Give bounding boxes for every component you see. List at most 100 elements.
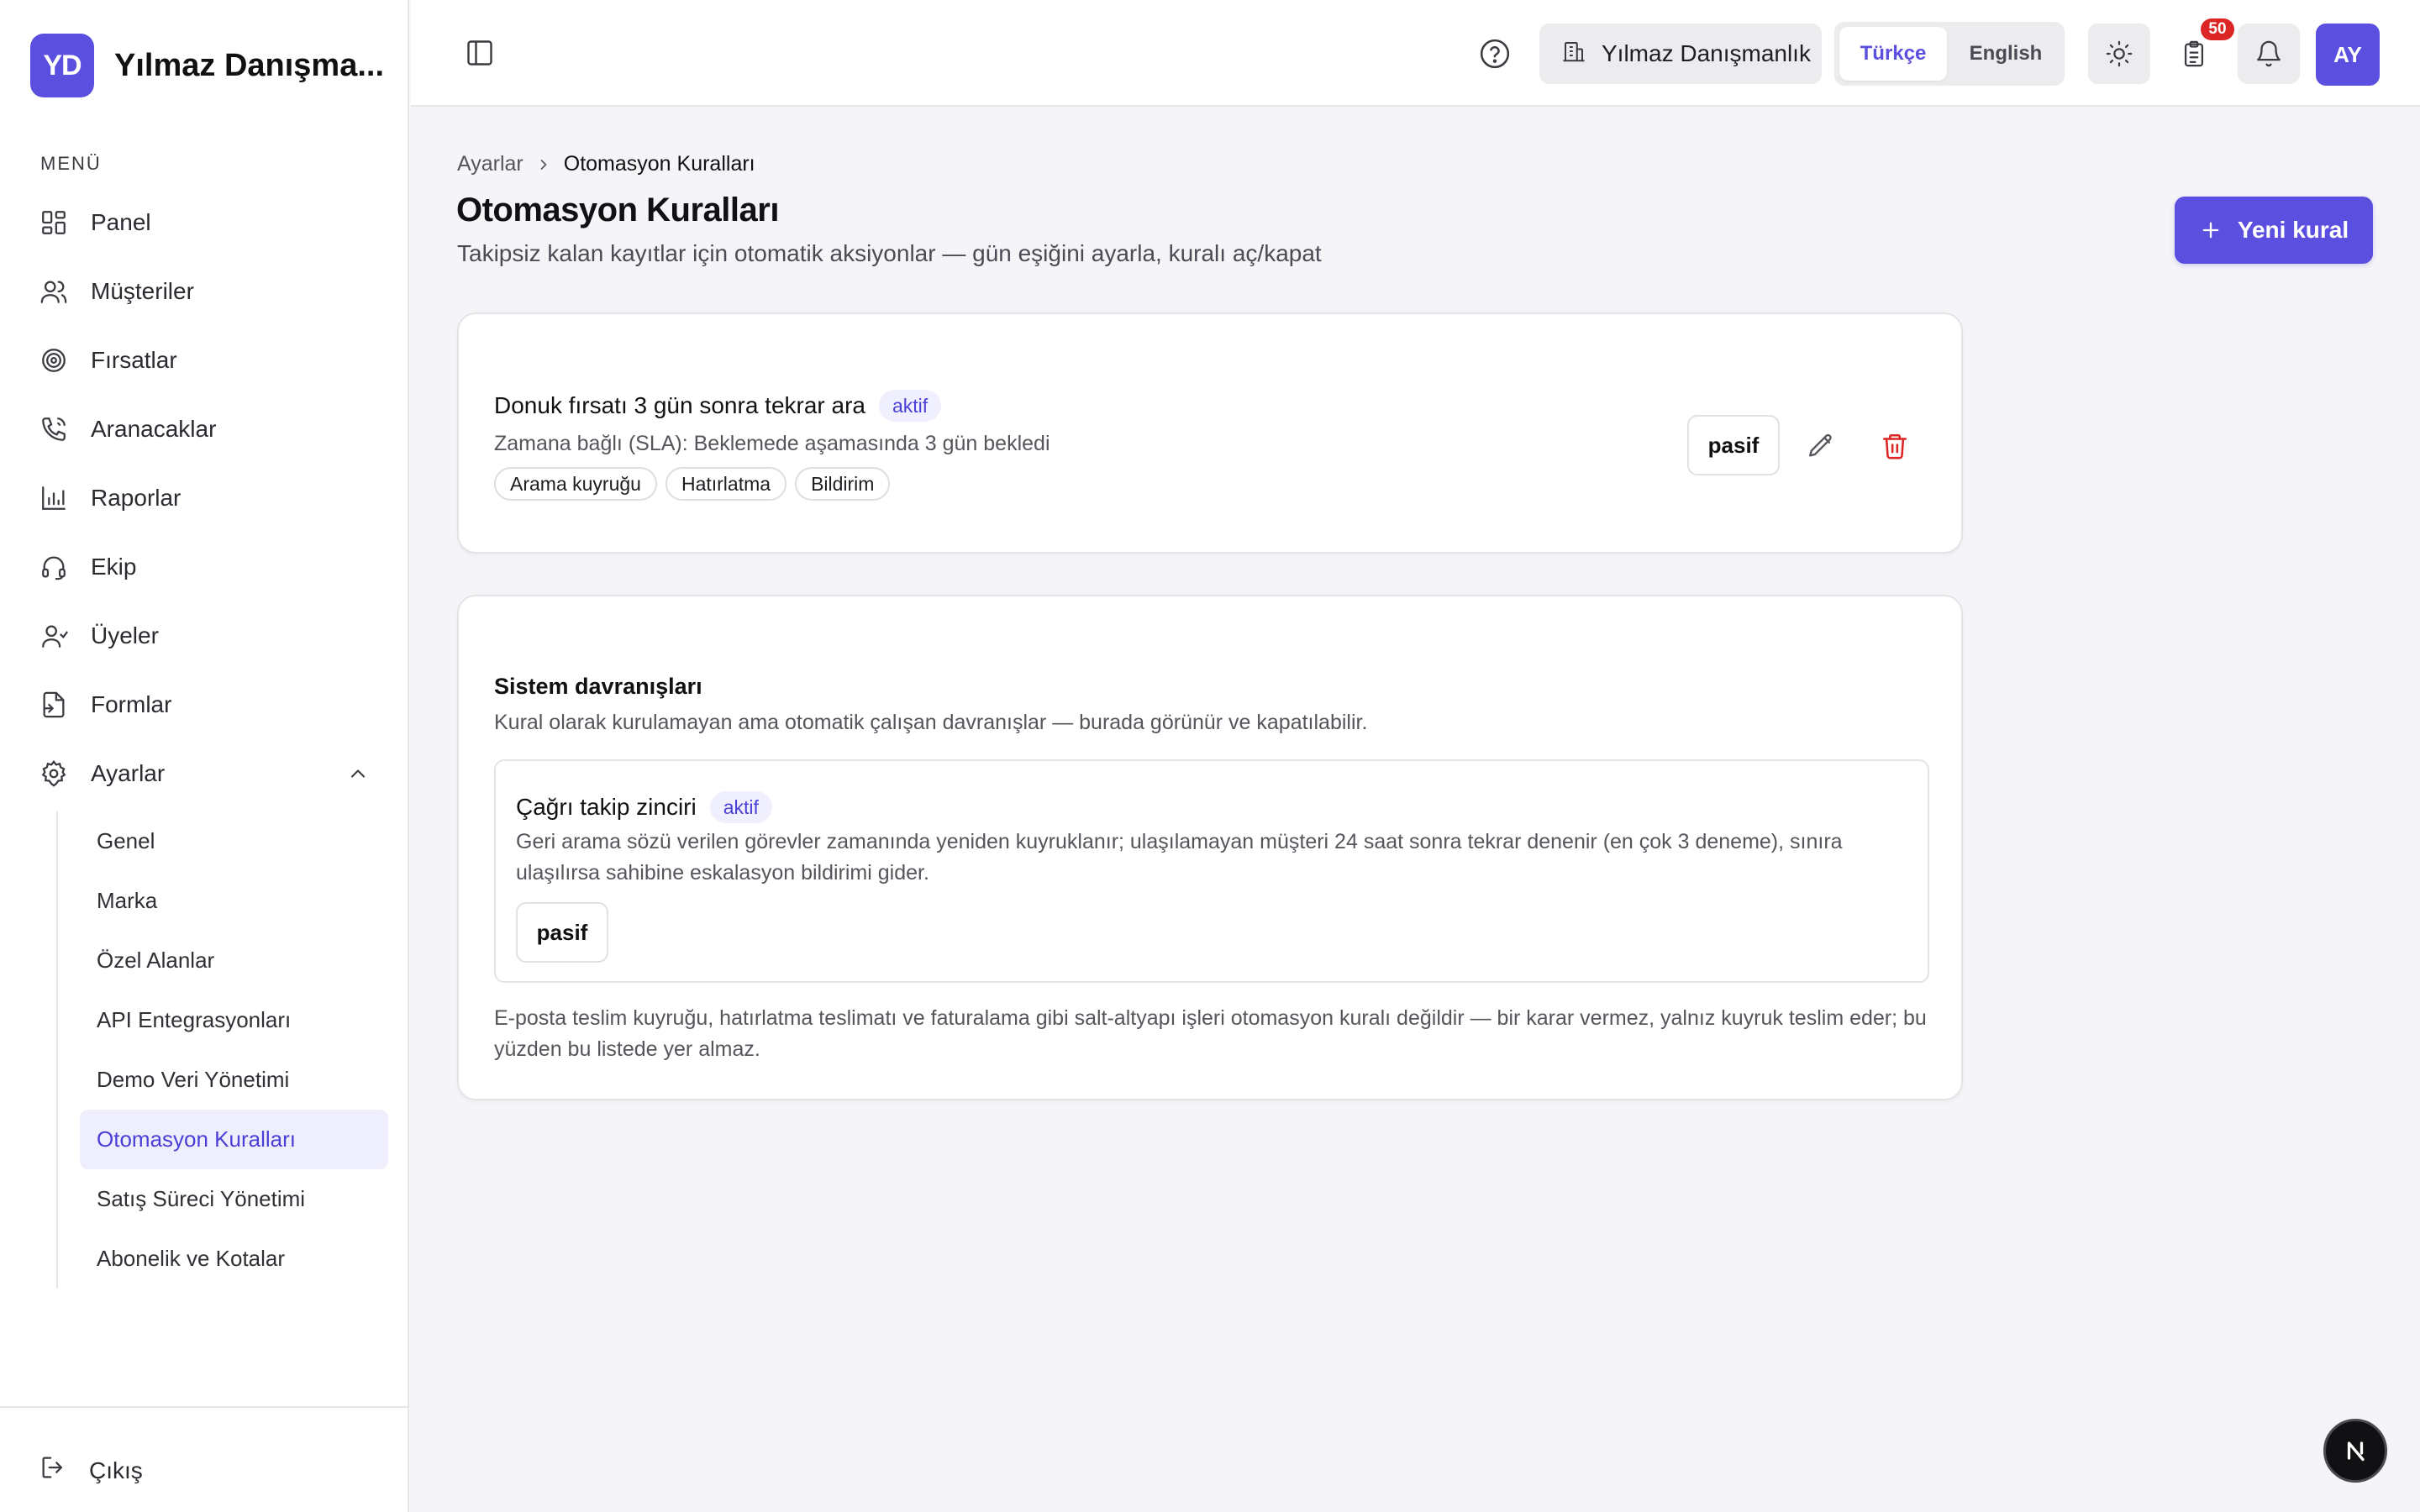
sidebar-item-settings[interactable]: Ayarlar	[25, 739, 387, 808]
section-description: Kural olarak kurulamayan ama otomatik ça…	[494, 711, 1368, 734]
sidebar-item-label: Fırsatlar	[91, 347, 177, 373]
breadcrumb-parent[interactable]: Ayarlar	[457, 152, 523, 176]
plus-icon	[2199, 218, 2223, 242]
settings-item-demo-data[interactable]: Demo Veri Yönetimi	[80, 1050, 388, 1110]
chevron-right-icon	[535, 156, 552, 173]
app-root: YD Yılmaz Danışma... MENÜ Panel Müşteril…	[0, 0, 2420, 1512]
user-avatar[interactable]: AY	[2316, 24, 2380, 86]
page-subtitle: Takipsiz kalan kayıtlar için otomatik ak…	[457, 240, 1322, 266]
sidebar-item-members[interactable]: Üyeler	[25, 601, 387, 670]
sidebar-toggle-button[interactable]	[464, 37, 496, 69]
settings-item-api-integrations[interactable]: API Entegrasyonları	[80, 990, 388, 1050]
rule-tag: Bildirim	[795, 467, 891, 501]
organization-switcher[interactable]: Yılmaz Danışmanlık	[1539, 24, 1822, 84]
sidebar-item-team[interactable]: Ekip	[25, 533, 387, 601]
sidebar-item-customers[interactable]: Müşteriler	[25, 257, 387, 326]
new-rule-button[interactable]: Yeni kural	[2175, 197, 2373, 264]
phone-icon	[39, 414, 69, 444]
sidebar-item-forms[interactable]: Formlar	[25, 670, 387, 739]
pencil-icon	[1809, 433, 1832, 457]
sidebar-footer: Çıkış	[0, 1406, 409, 1512]
chevron-up-icon[interactable]	[343, 759, 373, 789]
dashboard-icon	[39, 207, 69, 238]
sidebar-item-reports[interactable]: Raporlar	[25, 464, 387, 533]
sidebar-item-label: Panel	[91, 209, 151, 235]
rule-tag: Hatırlatma	[665, 467, 787, 501]
new-rule-label: Yeni kural	[2237, 217, 2349, 243]
sidebar: YD Yılmaz Danışma... MENÜ Panel Müşteril…	[0, 0, 409, 1512]
headset-icon	[39, 552, 69, 582]
delete-rule-button[interactable]	[1879, 430, 1911, 462]
sidebar-item-label: Aranacaklar	[91, 416, 217, 442]
top-header: Yılmaz Danışmanlık Türkçe English 50 AY	[411, 0, 2420, 107]
settings-item-brand[interactable]: Marka	[80, 871, 388, 931]
clipboard-icon	[2184, 40, 2204, 67]
behavior-title: Çağrı takip zinciri	[516, 794, 697, 820]
rule-title-row: Donuk fırsatı 3 gün sonra tekrar ara akt…	[494, 390, 942, 422]
building-icon	[1561, 39, 1586, 70]
next-logo-icon	[2347, 1441, 2365, 1462]
section-title: Sistem davranışları	[494, 674, 702, 699]
sidebar-item-label: Üyeler	[91, 622, 159, 648]
users-icon	[39, 276, 69, 307]
logout-button[interactable]: Çıkış	[39, 1453, 143, 1488]
rule-title: Donuk fırsatı 3 gün sonra tekrar ara	[494, 392, 865, 418]
panel-left-icon	[467, 40, 492, 66]
sun-icon	[2106, 40, 2133, 67]
trash-icon	[1882, 433, 1907, 459]
theme-toggle-button[interactable]	[2088, 24, 2150, 84]
organization-name: Yılmaz Danışmanlık	[1602, 40, 1811, 66]
section-footnote: E-posta teslim kuyruğu, hatırlatma tesli…	[494, 1006, 1927, 1061]
status-badge: aktif	[709, 791, 772, 823]
sidebar-item-label: Formlar	[91, 691, 172, 717]
breadcrumb: Ayarlar Otomasyon Kuralları	[457, 152, 755, 176]
settings-subnav: Genel Marka Özel Alanlar API Entegrasyon…	[56, 811, 388, 1289]
help-circle-icon	[1480, 39, 1510, 69]
tasks-button[interactable]: 50	[2163, 18, 2234, 84]
gear-icon	[39, 759, 69, 789]
sidebar-nav: Panel Müşteriler Fırsatlar Aranacaklar R…	[25, 188, 387, 808]
behavior-description: Geri arama sözü verilen görevler zamanın…	[516, 830, 1843, 885]
user-group-icon	[39, 621, 69, 651]
settings-item-general[interactable]: Genel	[80, 811, 388, 871]
rule-tag: Arama kuyruğu	[494, 467, 657, 501]
menu-heading: MENÜ	[40, 153, 102, 174]
sidebar-item-calls[interactable]: Aranacaklar	[25, 395, 387, 464]
language-switcher: Türkçe English	[1834, 22, 2065, 86]
rule-deactivate-button[interactable]: pasif	[1687, 415, 1780, 475]
settings-item-custom-fields[interactable]: Özel Alanlar	[80, 931, 388, 990]
bar-chart-icon	[39, 483, 69, 513]
settings-item-subscription[interactable]: Abonelik ve Kotalar	[80, 1229, 388, 1289]
logout-icon	[39, 1453, 67, 1488]
brand-name: Yılmaz Danışma...	[114, 47, 385, 83]
rule-description: Zamana bağlı (SLA): Beklemede aşamasında…	[494, 432, 1050, 455]
system-behavior-item: Çağrı takip zinciri aktif Geri arama söz…	[494, 759, 1929, 983]
brand[interactable]: YD Yılmaz Danışma...	[30, 34, 384, 97]
target-icon	[39, 345, 69, 375]
bell-icon	[2257, 40, 2281, 67]
language-option-turkish[interactable]: Türkçe	[1839, 27, 1947, 81]
brand-logo: YD	[30, 34, 94, 97]
notifications-button[interactable]	[2238, 24, 2300, 84]
sidebar-item-label: Müşteriler	[91, 278, 194, 304]
next-dev-indicator[interactable]	[2323, 1419, 2387, 1483]
settings-item-sales-process[interactable]: Satış Süreci Yönetimi	[80, 1169, 388, 1229]
help-button[interactable]	[1478, 37, 1512, 71]
logout-label: Çıkış	[89, 1457, 143, 1483]
page-title: Otomasyon Kuralları	[456, 192, 779, 228]
tasks-count-badge: 50	[2201, 18, 2234, 40]
sidebar-item-opportunities[interactable]: Fırsatlar	[25, 326, 387, 395]
settings-item-automation-rules[interactable]: Otomasyon Kuralları	[80, 1110, 388, 1169]
behavior-deactivate-button[interactable]: pasif	[516, 902, 608, 963]
automation-rule-card: Donuk fırsatı 3 gün sonra tekrar ara akt…	[457, 312, 1963, 554]
behavior-title-row: Çağrı takip zinciri aktif	[516, 791, 772, 823]
system-behaviors-card: Sistem davranışları Kural olarak kurulam…	[457, 595, 1963, 1100]
sidebar-item-panel[interactable]: Panel	[25, 188, 387, 257]
language-option-english[interactable]: English	[1952, 27, 2060, 81]
form-icon	[39, 690, 69, 720]
edit-rule-button[interactable]	[1805, 430, 1837, 462]
sidebar-item-label: Ayarlar	[91, 760, 166, 786]
sidebar-item-label: Raporlar	[91, 485, 182, 511]
sidebar-item-label: Ekip	[91, 554, 137, 580]
rule-tags: Arama kuyruğu Hatırlatma Bildirim	[494, 467, 891, 501]
